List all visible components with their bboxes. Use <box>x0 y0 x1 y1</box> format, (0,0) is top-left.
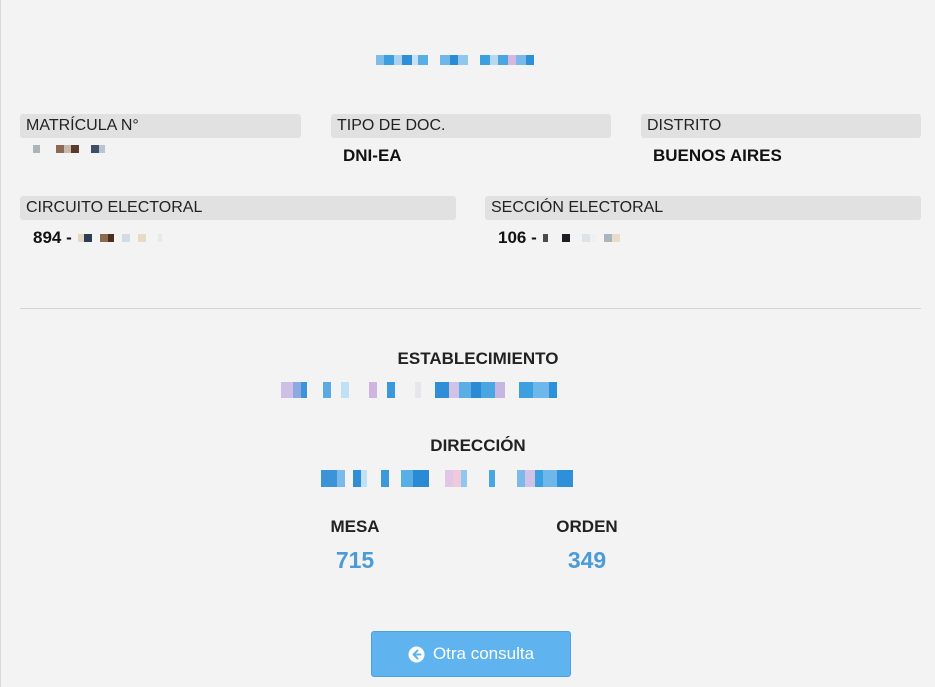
matricula-label: MATRÍCULA N° <box>20 114 301 138</box>
circuito-number: 894 - <box>33 228 72 247</box>
redacted-matricula <box>33 145 105 153</box>
divider <box>20 308 921 309</box>
mesa-title: MESA <box>330 517 380 536</box>
circuito-value: 894 - <box>33 228 162 248</box>
establecimiento-title: ESTABLECIMIENTO <box>397 349 559 368</box>
tipo-doc-value: DNI-EA <box>343 146 402 165</box>
redacted-establecimiento <box>281 382 557 398</box>
orden-title: ORDEN <box>556 517 618 536</box>
distrito-label: DISTRITO <box>641 114 921 138</box>
redacted-name <box>376 48 561 72</box>
seccion-label: SECCIÓN ELECTORAL <box>485 196 921 220</box>
orden-value: 349 <box>567 547 607 573</box>
arrow-left-circle-icon <box>408 646 425 663</box>
distrito-value: BUENOS AIRES <box>653 146 782 165</box>
redacted-circuito-name <box>77 234 162 242</box>
otra-consulta-label: Otra consulta <box>432 644 535 663</box>
redacted-seccion-name <box>542 234 620 242</box>
circuito-label: CIRCUITO ELECTORAL <box>20 196 456 220</box>
direccion-title: DIRECCIÓN <box>430 436 526 455</box>
redacted-direccion <box>321 470 573 487</box>
tipo-doc-label: TIPO DE DOC. <box>331 114 611 138</box>
seccion-value: 106 - <box>498 228 620 248</box>
otra-consulta-button[interactable]: Otra consulta <box>371 631 571 677</box>
seccion-number: 106 - <box>498 228 537 247</box>
mesa-value: 715 <box>335 547 375 573</box>
